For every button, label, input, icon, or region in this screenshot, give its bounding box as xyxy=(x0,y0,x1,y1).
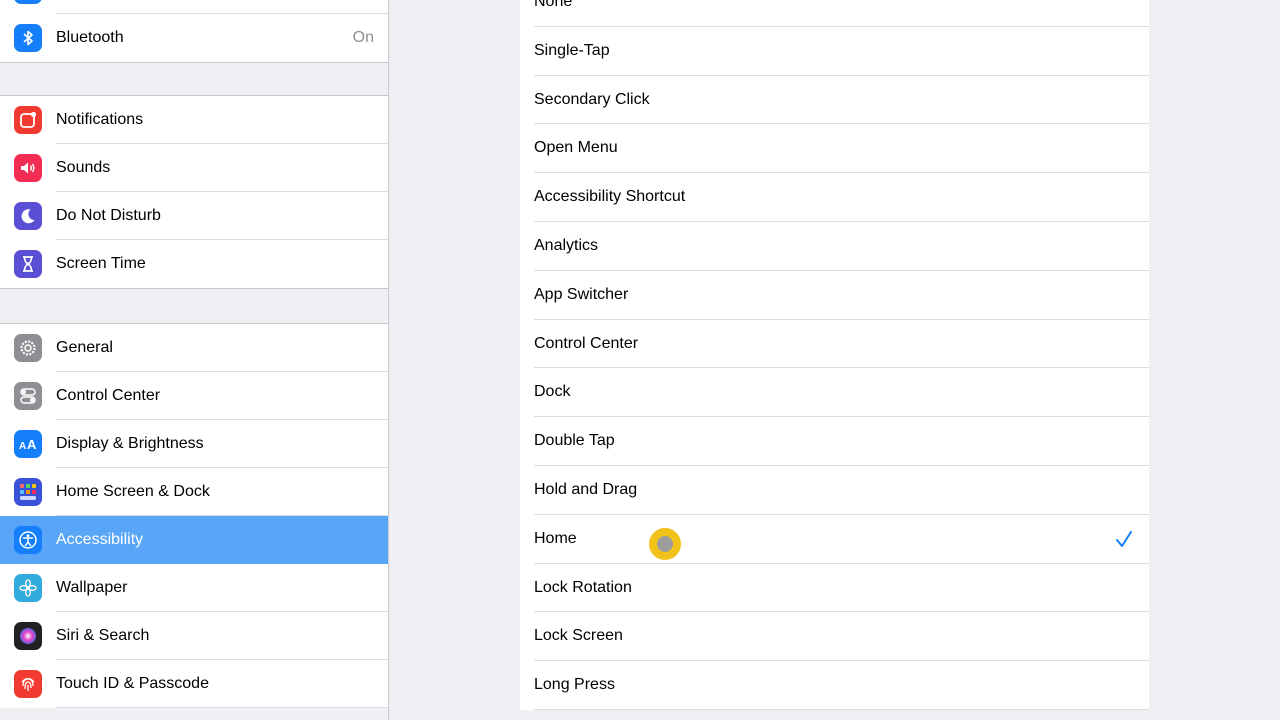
sidebar-item-label: Siri & Search xyxy=(56,627,150,644)
option-label: Control Center xyxy=(534,334,639,352)
option-row-none[interactable]: None xyxy=(520,0,1149,27)
sidebar-item-label: Sounds xyxy=(56,159,111,176)
sidebar-item-wallpaper[interactable]: Wallpaper xyxy=(0,564,388,612)
option-label: Secondary Click xyxy=(534,90,650,108)
fingerprint-icon xyxy=(14,670,42,698)
option-label: Long Press xyxy=(534,676,615,694)
app-icon xyxy=(14,0,42,4)
sidebar-item-label: Do Not Disturb xyxy=(56,207,161,224)
sidebar-item-display-brightness[interactable]: A A Display & Brightness xyxy=(0,420,388,468)
option-row-home[interactable]: Home xyxy=(520,515,1149,564)
sidebar-item-label: Display & Brightness xyxy=(56,435,204,452)
option-label: Dock xyxy=(534,383,571,401)
sidebar-item-label: Screen Time xyxy=(56,255,146,272)
sidebar-item-label: General xyxy=(56,339,113,356)
option-label: Accessibility Shortcut xyxy=(534,188,686,206)
siri-icon xyxy=(14,622,42,650)
option-label: Double Tap xyxy=(534,432,615,450)
option-row-hold-and-drag[interactable]: Hold and Drag xyxy=(520,466,1149,515)
moon-icon xyxy=(14,202,42,230)
toggles-icon xyxy=(14,382,42,410)
svg-text:A: A xyxy=(27,437,37,452)
notifications-icon xyxy=(14,106,42,134)
option-row-lock-rotation[interactable]: Lock Rotation xyxy=(520,564,1149,613)
option-label: Analytics xyxy=(534,236,599,254)
option-row-dock[interactable]: Dock xyxy=(520,368,1149,418)
sidebar-group-system: General Control Center A A Display & Brightn… xyxy=(0,323,388,708)
checkmark-icon xyxy=(1115,529,1133,549)
option-label: Hold and Drag xyxy=(534,480,638,498)
option-row-analytics[interactable]: Analytics xyxy=(520,222,1149,271)
flower-icon xyxy=(14,574,42,602)
sidebar-item-label: Wallpaper xyxy=(56,579,128,596)
option-label: App Switcher xyxy=(534,285,629,303)
action-option-list: None Single-Tap Secondary Click Open Menu Ac… xyxy=(520,0,1149,710)
option-row-open-menu[interactable]: Open Menu xyxy=(520,124,1149,174)
option-label: None xyxy=(534,0,573,10)
sidebar-item-label: Notifications xyxy=(56,111,144,128)
sidebar-item-control-center[interactable]: Control Center xyxy=(0,372,388,420)
sidebar-item-home-screen-dock[interactable]: Home Screen & Dock xyxy=(0,468,388,516)
bluetooth-status: On xyxy=(352,29,374,46)
touch-indicator xyxy=(649,528,681,560)
sidebar-item-notifications[interactable]: Notifications xyxy=(0,96,388,144)
sidebar-item-sounds[interactable]: Sounds xyxy=(0,144,388,192)
speaker-icon xyxy=(14,154,42,182)
sidebar-item-bluetooth[interactable]: Bluetooth On xyxy=(0,14,388,62)
gear-icon xyxy=(14,334,42,362)
sidebar-item-label: Touch ID & Passcode xyxy=(56,675,209,692)
option-label: Single-Tap xyxy=(534,41,610,59)
option-row-app-switcher[interactable]: App Switcher xyxy=(520,271,1149,320)
sidebar-item-label: Control Center xyxy=(56,387,161,404)
sidebar-group-connectivity: Bluetooth On xyxy=(0,0,388,63)
option-row-accessibility-shortcut[interactable]: Accessibility Shortcut xyxy=(520,173,1149,222)
svg-text:A: A xyxy=(19,441,26,452)
option-label: Open Menu xyxy=(534,139,618,157)
app-grid-icon xyxy=(14,478,42,506)
sidebar-item-label: Accessibility xyxy=(56,531,144,548)
option-label: Lock Rotation xyxy=(534,578,632,596)
option-row-double-tap[interactable]: Double Tap xyxy=(520,417,1149,466)
option-row-secondary-click[interactable]: Secondary Click xyxy=(520,76,1149,125)
sidebar-item-touch-id-passcode[interactable]: Touch ID & Passcode xyxy=(0,660,388,708)
accessibility-icon xyxy=(14,526,42,554)
sidebar-item-accessibility[interactable]: Accessibility xyxy=(0,516,388,564)
option-label: Home xyxy=(534,529,577,547)
option-row-lock-screen[interactable]: Lock Screen xyxy=(520,612,1149,662)
sidebar-item-hidden[interactable] xyxy=(0,0,388,14)
text-size-icon: AA xyxy=(14,430,42,458)
sidebar-item-general[interactable]: General xyxy=(0,324,388,372)
sidebar-item-screen-time[interactable]: Screen Time xyxy=(0,240,388,288)
hourglass-icon xyxy=(14,250,42,278)
option-row-single-tap[interactable]: Single-Tap xyxy=(520,27,1149,76)
sidebar-group-notifications: Notifications Sounds Do Not Disturb Screen … xyxy=(0,95,388,289)
option-row-control-center[interactable]: Control Center xyxy=(520,320,1149,369)
sidebar-item-label: Bluetooth xyxy=(56,29,124,46)
sidebar-item-do-not-disturb[interactable]: Do Not Disturb xyxy=(0,192,388,240)
sidebar-item-label: Home Screen & Dock xyxy=(56,483,210,500)
detail-pane: None Single-Tap Secondary Click Open Menu Ac… xyxy=(389,0,1280,720)
settings-sidebar: Bluetooth On Notifications Sounds Do Not D… xyxy=(0,0,389,720)
option-label: Lock Screen xyxy=(534,627,623,645)
sidebar-item-siri-search[interactable]: Siri & Search xyxy=(0,612,388,660)
option-row-long-press[interactable]: Long Press xyxy=(520,661,1149,710)
bluetooth-icon xyxy=(14,24,42,52)
